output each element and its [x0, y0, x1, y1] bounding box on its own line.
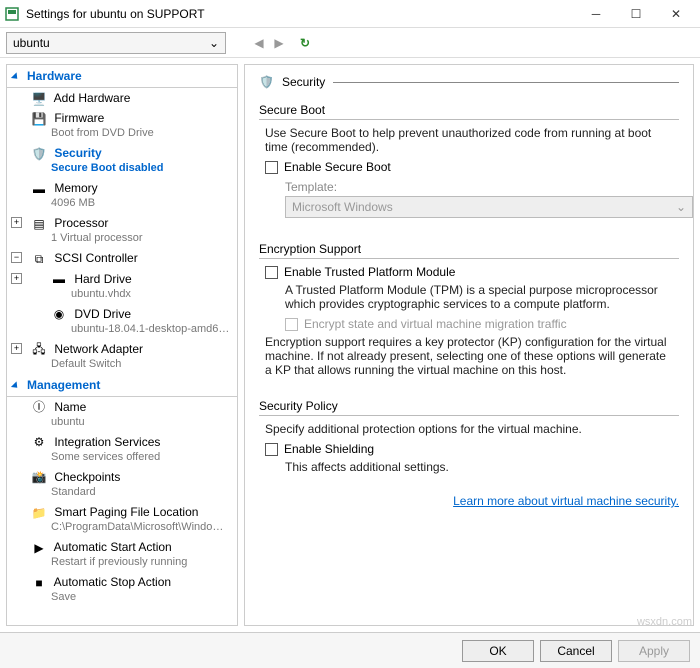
integration-icon: ⚙	[31, 435, 47, 449]
cancel-button[interactable]: Cancel	[540, 640, 612, 662]
group-policy: Security Policy	[259, 399, 679, 416]
divider	[333, 82, 679, 83]
shielding-affects: This affects additional settings.	[285, 460, 673, 474]
name-icon: Ⓘ	[31, 400, 47, 414]
tree-integration-services[interactable]: ⚙ Integration Services Some services off…	[7, 432, 237, 467]
autostop-icon: ■	[31, 576, 47, 590]
add-hardware-icon: 🖥️	[31, 92, 47, 106]
secure-boot-desc: Use Secure Boot to help prevent unauthor…	[265, 126, 673, 154]
hard-drive-icon: ▬	[51, 272, 67, 286]
processor-icon: ▤	[31, 217, 47, 231]
scsi-icon: ⧉	[31, 252, 47, 266]
tree-network-adapter[interactable]: + 🖧 Network Adapter Default Switch	[7, 339, 237, 374]
policy-desc: Specify additional protection options fo…	[265, 422, 673, 436]
checkbox-icon	[265, 161, 278, 174]
window-title: Settings for ubuntu on SUPPORT	[26, 7, 576, 21]
titlebar: Settings for ubuntu on SUPPORT ─ ☐ ✕	[0, 0, 700, 28]
section-management[interactable]: Management	[7, 374, 237, 397]
refresh-icon[interactable]: ↻	[300, 36, 310, 50]
firmware-icon: 💾	[31, 112, 47, 126]
enable-secure-boot-checkbox[interactable]: Enable Secure Boot	[265, 160, 673, 174]
enable-tpm-checkbox[interactable]: Enable Trusted Platform Module	[265, 265, 673, 279]
network-icon: 🖧	[31, 342, 47, 356]
nav-forward-icon[interactable]: ▶	[270, 36, 288, 50]
template-value: Microsoft Windows	[292, 200, 393, 214]
tree-security[interactable]: 🛡️ Security Secure Boot disabled	[7, 143, 237, 178]
minimize-button[interactable]: ─	[576, 3, 616, 25]
autostart-icon: ▶	[31, 541, 47, 555]
tree-checkpoints[interactable]: 📸 Checkpoints Standard	[7, 467, 237, 502]
collapse-icon[interactable]: −	[11, 252, 22, 263]
maximize-button[interactable]: ☐	[616, 3, 656, 25]
template-select: Microsoft Windows ⌄	[285, 196, 693, 218]
tree-scsi[interactable]: − ⧉ SCSI Controller	[7, 248, 237, 268]
checkpoints-icon: 📸	[31, 470, 47, 484]
group-encryption: Encryption Support	[259, 242, 679, 259]
checkbox-icon	[265, 266, 278, 279]
nav-back-icon[interactable]: ◀	[250, 36, 268, 50]
expand-icon[interactable]: +	[11, 217, 22, 228]
panel-shield-icon: 🛡️	[259, 75, 274, 89]
checkbox-icon	[265, 443, 278, 456]
template-label: Template:	[285, 180, 673, 194]
tree-firmware[interactable]: 💾 Firmware Boot from DVD Drive	[7, 108, 237, 143]
dvd-drive-icon: ◉	[51, 307, 67, 321]
tree-memory[interactable]: ▬ Memory 4096 MB	[7, 178, 237, 213]
app-icon	[4, 6, 20, 22]
tree-auto-start[interactable]: ▶ Automatic Start Action Restart if prev…	[7, 537, 237, 572]
encrypt-state-checkbox: Encrypt state and virtual machine migrat…	[285, 317, 673, 331]
section-hardware[interactable]: Hardware	[7, 65, 237, 88]
vm-selector[interactable]: ubuntu ⌄	[6, 32, 226, 54]
tree-add-hardware[interactable]: 🖥️ Add Hardware	[7, 88, 237, 108]
shield-icon: 🛡️	[31, 147, 47, 161]
dialog-footer: OK Cancel Apply	[0, 632, 700, 668]
tpm-desc: A Trusted Platform Module (TPM) is a spe…	[285, 283, 673, 311]
settings-panel: 🛡️ Security Secure Boot Use Secure Boot …	[244, 64, 694, 626]
tree-processor[interactable]: + ▤ Processor 1 Virtual processor	[7, 213, 237, 248]
apply-button: Apply	[618, 640, 690, 662]
close-button[interactable]: ✕	[656, 3, 696, 25]
expand-icon[interactable]: +	[11, 273, 22, 284]
tree-paging-location[interactable]: 📁 Smart Paging File Location C:\ProgramD…	[7, 502, 237, 537]
vm-selector-value: ubuntu	[13, 36, 50, 50]
panel-title: Security	[282, 75, 325, 89]
tree-name[interactable]: Ⓘ Name ubuntu	[7, 397, 237, 432]
chevron-down-icon: ⌄	[676, 200, 686, 214]
enable-shielding-checkbox[interactable]: Enable Shielding	[265, 442, 673, 456]
memory-icon: ▬	[31, 182, 47, 196]
kp-desc: Encryption support requires a key protec…	[265, 335, 673, 377]
learn-more-link[interactable]: Learn more about virtual machine securit…	[259, 494, 679, 508]
ok-button[interactable]: OK	[462, 640, 534, 662]
tree-dvd-drive[interactable]: ◉ DVD Drive ubuntu-18.04.1-desktop-amd6…	[7, 304, 237, 339]
paging-icon: 📁	[31, 506, 47, 520]
group-secure-boot: Secure Boot	[259, 103, 679, 120]
chevron-down-icon: ⌄	[209, 36, 219, 50]
toolbar: ubuntu ⌄ ◀ ▶ ↻	[0, 28, 700, 58]
tree-hard-drive[interactable]: + ▬ Hard Drive ubuntu.vhdx	[7, 269, 237, 304]
tree-auto-stop[interactable]: ■ Automatic Stop Action Save	[7, 572, 237, 607]
expand-icon[interactable]: +	[11, 343, 22, 354]
checkbox-icon	[285, 318, 298, 331]
sidebar: Hardware 🖥️ Add Hardware 💾 Firmware Boot…	[6, 64, 238, 626]
